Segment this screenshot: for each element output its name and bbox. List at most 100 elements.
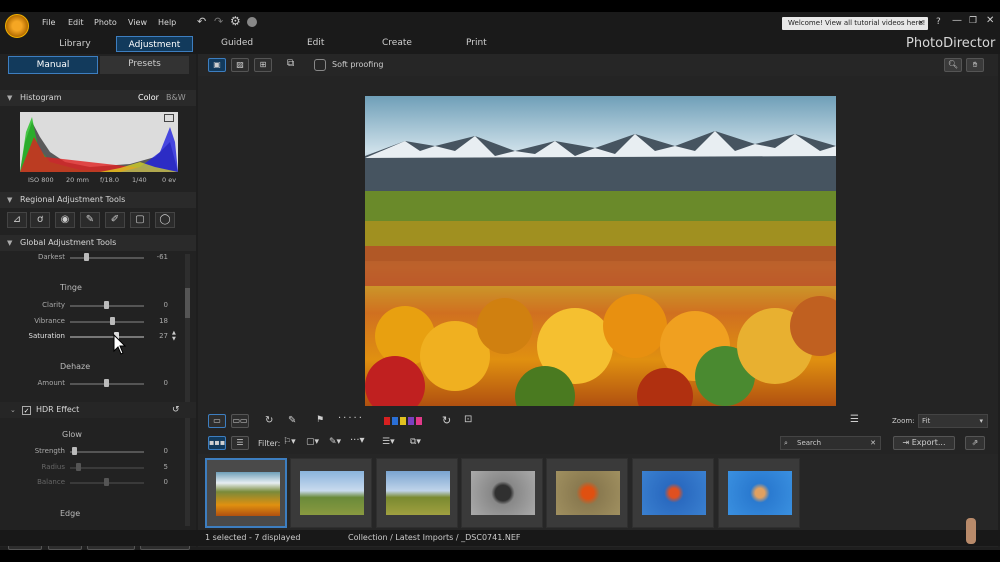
vibrance-knob[interactable]: [110, 317, 115, 325]
strength-knob[interactable]: [72, 447, 77, 455]
clear-search-icon[interactable]: ✕: [870, 437, 876, 449]
menu-edit[interactable]: Edit: [68, 18, 84, 27]
filter-sort-icon[interactable]: ☰▾: [382, 437, 395, 447]
undo-icon[interactable]: ↶: [197, 15, 206, 28]
settings-gear-icon[interactable]: ⚙: [230, 14, 241, 28]
tab-adjustment[interactable]: Adjustment: [116, 36, 193, 52]
redo-icon[interactable]: ↷: [214, 15, 223, 28]
vibrance-track[interactable]: [70, 321, 144, 323]
brush-icon[interactable]: ✎: [80, 212, 100, 228]
thumbnail-drone-blue-sky[interactable]: [632, 458, 714, 528]
share-icon[interactable]: ⇗: [965, 436, 985, 450]
photo-preview[interactable]: [365, 96, 836, 406]
rotate-icon[interactable]: ↻: [265, 415, 273, 426]
tab-print[interactable]: Print: [466, 38, 487, 48]
thumbnail-farmhouse-field[interactable]: [290, 458, 372, 528]
gradient-mask-icon[interactable]: ▢: [130, 212, 150, 228]
scrollbar-thumb[interactable]: [185, 288, 190, 318]
histogram-color-toggle[interactable]: Color: [138, 90, 159, 106]
minimize-icon[interactable]: —: [952, 15, 962, 26]
zoom-select[interactable]: Fit ▾: [918, 414, 988, 428]
single-view-icon[interactable]: ▣: [208, 58, 226, 72]
spot-removal-icon[interactable]: ơ: [30, 212, 50, 228]
compare-view-icon[interactable]: ▨: [231, 58, 249, 72]
sort-icon[interactable]: ☰: [850, 414, 859, 425]
hand-tool-icon[interactable]: ✋︎: [966, 58, 984, 72]
rotate-view-icon[interactable]: ⧉: [287, 58, 294, 69]
tab-manual[interactable]: Manual: [8, 56, 98, 74]
regional-header[interactable]: ▼ Regional Adjustment Tools: [0, 192, 196, 208]
vibrance-value[interactable]: 18: [148, 317, 168, 325]
thumbnail-drone-gray[interactable]: [461, 458, 543, 528]
close-window-icon[interactable]: ✕: [986, 15, 994, 26]
rating-dots-icon[interactable]: ·····: [338, 413, 364, 424]
histogram-header[interactable]: ▼ Histogram Color B&W: [0, 90, 196, 106]
thumbnail-drone-orange-grass[interactable]: [546, 458, 628, 528]
filter-flag-icon[interactable]: ⚐▾: [283, 437, 296, 447]
crop-tool-icon[interactable]: ⊿: [7, 212, 27, 228]
filter-edit-icon[interactable]: ✎▾: [329, 437, 341, 447]
darkest-track[interactable]: [70, 257, 144, 259]
single-photo-icon[interactable]: ▭: [208, 414, 226, 428]
tab-presets[interactable]: Presets: [100, 56, 189, 74]
hdr-checkbox[interactable]: ✓: [22, 406, 31, 415]
menu-view[interactable]: View: [128, 18, 147, 27]
app-logo-icon[interactable]: [5, 14, 29, 38]
menu-file[interactable]: File: [42, 18, 55, 27]
thumbnail-autumn-mountains[interactable]: [205, 458, 287, 528]
picker-icon[interactable]: ✎: [288, 415, 296, 426]
filter-frame-icon[interactable]: ▢▾: [306, 437, 319, 447]
menu-photo[interactable]: Photo: [94, 18, 117, 27]
filter-rating-icon[interactable]: ···▾: [350, 435, 365, 446]
tab-guided[interactable]: Guided: [221, 38, 253, 48]
soft-proofing-label[interactable]: Soft proofing: [332, 60, 384, 69]
hdr-header[interactable]: ⌄ ✓ HDR Effect ↺: [0, 402, 196, 418]
menu-help[interactable]: Help: [158, 18, 176, 27]
list-toggle-icon[interactable]: ☰: [231, 436, 249, 450]
strength-value[interactable]: 0: [148, 447, 168, 455]
tab-create[interactable]: Create: [382, 38, 412, 48]
saturation-value[interactable]: 27: [148, 332, 168, 340]
two-photo-icon[interactable]: ▭▭: [231, 414, 249, 428]
grid-list-toggle-icon[interactable]: ▪▪▪: [208, 436, 226, 450]
label-blue[interactable]: [392, 417, 398, 425]
crop-frame-icon[interactable]: ⊡: [464, 414, 472, 425]
saturation-stepper-icon[interactable]: ▲ ▼: [172, 330, 176, 342]
account-icon[interactable]: [247, 17, 257, 27]
maximize-icon[interactable]: ❐: [969, 16, 977, 26]
thumbnail-skateboarder-sky[interactable]: [718, 458, 800, 528]
clarity-knob[interactable]: [104, 301, 109, 309]
soft-proofing-checkbox[interactable]: [314, 59, 326, 71]
flag-icon[interactable]: ⚑: [316, 415, 324, 425]
close-notification-icon[interactable]: ✕: [918, 17, 924, 30]
histogram-clip-icon[interactable]: [164, 114, 174, 122]
ai-brush-icon[interactable]: ✐: [105, 212, 125, 228]
histogram-bw-toggle[interactable]: B&W: [166, 90, 186, 106]
refresh-icon[interactable]: ↻: [442, 414, 451, 427]
strength-track[interactable]: [70, 451, 144, 453]
panel-scrollbar[interactable]: [185, 254, 190, 526]
darkest-value[interactable]: -61: [148, 253, 168, 261]
filter-stack-icon[interactable]: ⧉▾: [410, 437, 421, 447]
label-yellow[interactable]: [400, 417, 406, 425]
thumbnail-farmhouse-field-2[interactable]: [376, 458, 458, 528]
hdr-reset-icon[interactable]: ↺: [172, 402, 180, 418]
search-input[interactable]: ⌕ Search ✕: [780, 436, 881, 450]
clarity-value[interactable]: 0: [148, 301, 168, 309]
label-purple[interactable]: [408, 417, 414, 425]
label-pink[interactable]: [416, 417, 422, 425]
red-eye-icon[interactable]: ◉: [55, 212, 75, 228]
tab-library[interactable]: Library: [38, 36, 112, 52]
saturation-track[interactable]: [70, 336, 144, 338]
label-red[interactable]: [384, 417, 390, 425]
amount-value[interactable]: 0: [148, 379, 168, 387]
tab-edit[interactable]: Edit: [307, 38, 324, 48]
radial-mask-icon[interactable]: ◯: [155, 212, 175, 228]
darkest-knob[interactable]: [84, 253, 89, 261]
export-button[interactable]: ⇥ Export...: [893, 436, 955, 450]
help-icon[interactable]: ?: [936, 17, 941, 27]
tutorial-notification[interactable]: Welcome! View all tutorial videos here! …: [782, 17, 928, 30]
zoom-tool-icon[interactable]: 🔍︎: [944, 58, 962, 72]
grid-view-icon[interactable]: ⊞: [254, 58, 272, 72]
global-header[interactable]: ▼ Global Adjustment Tools: [0, 235, 196, 251]
